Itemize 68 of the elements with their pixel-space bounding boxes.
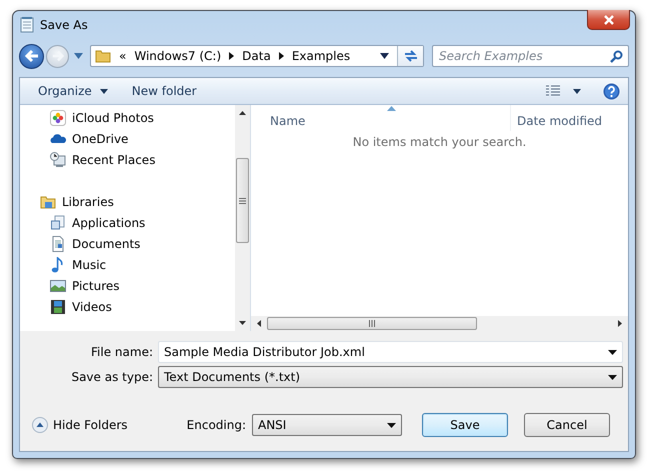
nav-item[interactable]: Music [20,254,235,275]
breadcrumb-item[interactable]: Examples [292,49,350,63]
arrow-left-icon [24,49,40,63]
caret-icon [387,422,396,428]
flower-icon [50,110,66,126]
document-icon [50,236,66,252]
nav-item[interactable]: Libraries [20,191,235,212]
caret-icon [573,88,581,94]
address-bar[interactable]: « Windows7 (C:) Data Examples [90,45,424,67]
nav-item[interactable]: iCloud Photos [20,107,235,128]
caret-icon [608,350,617,354]
list-view-icon [545,85,561,97]
search-field[interactable]: Search Examples [432,45,629,67]
window-title: Save As [40,18,88,32]
nav-item[interactable]: Documents [20,233,235,254]
close-icon [602,14,614,24]
applications-icon [50,214,66,230]
nav-item[interactable]: Applications [20,212,235,233]
search-icon [610,50,623,63]
scroll-left-icon[interactable] [257,320,261,327]
organize-button[interactable]: Organize [26,81,120,101]
field-label: File name: [90,345,153,359]
scroll-right-icon[interactable] [618,320,622,327]
caret-icon [608,374,617,380]
recent-places-icon [50,152,66,168]
collapse-icon [32,417,48,433]
column-header[interactable]: Date modified [511,105,602,131]
nav-item[interactable]: Recent Places [20,149,235,170]
hide-folders-button[interactable]: Hide Folders [32,417,128,433]
dialog-button[interactable]: Save [422,413,508,437]
notepad-icon [19,17,35,33]
scroll-thumb[interactable] [236,158,249,243]
library-folder-icon [40,194,56,210]
file-type-dropdown[interactable]: Text Documents (*.txt) [158,366,623,388]
folder-icon [95,48,111,64]
back-button[interactable] [19,44,44,68]
caret-icon [100,88,108,94]
help-icon[interactable] [603,82,620,100]
breadcrumb-item[interactable]: Windows7 (C:) [134,49,222,63]
chevron-right-icon [278,52,284,60]
caret-icon[interactable] [380,53,389,59]
grip-icon [369,320,375,327]
horizontal-scrollbar[interactable] [251,316,628,331]
file-name-field[interactable]: Sample Media Distributor Job.xml [158,341,623,363]
scroll-down-icon[interactable] [239,321,246,325]
breadcrumb-item[interactable]: « [119,49,126,63]
dialog-button[interactable]: Cancel [524,413,610,437]
breadcrumb-item[interactable]: Data [242,49,271,63]
nav-item[interactable]: Pictures [20,275,235,296]
grip-icon [239,198,246,204]
film-strip-icon [50,298,66,314]
field-label: Encoding: [186,418,246,432]
encoding-dropdown[interactable]: ANSI [252,414,402,436]
refresh-icon [402,49,418,63]
field-label: Save as type: [70,370,153,384]
close-button[interactable] [587,10,630,30]
nav-item[interactable]: OneDrive [20,128,235,149]
vertical-scrollbar[interactable] [235,105,250,331]
new-folder-button[interactable]: New folder [120,81,209,101]
landscape-picture-icon [50,278,66,294]
refresh-button[interactable] [397,46,423,66]
sort-arrow-icon [387,106,396,111]
nav-item[interactable]: Videos [20,296,235,317]
chevron-right-icon [229,52,234,60]
arrow-right-icon [50,50,64,62]
empty-message: No items match your search. [352,135,526,149]
scroll-thumb[interactable] [267,317,477,330]
scroll-up-icon[interactable] [239,111,246,115]
